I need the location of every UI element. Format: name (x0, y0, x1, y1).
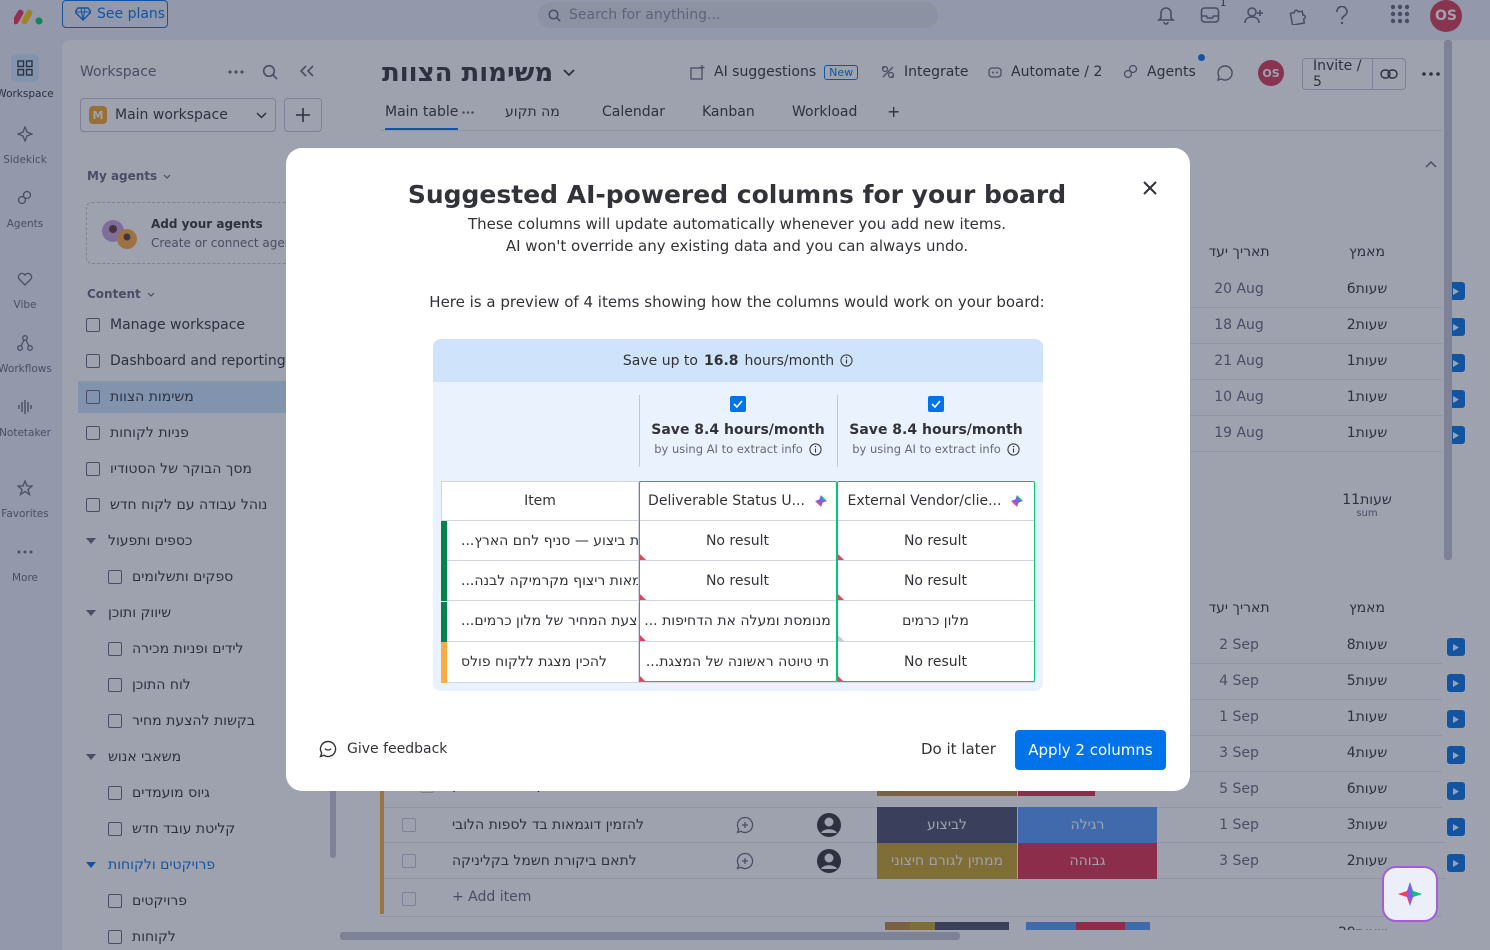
preview-intro: Here is a preview of 4 items showing how… (429, 293, 1045, 311)
preview-item-cell: להכין מצגת ללקוח פולס (447, 641, 639, 683)
column-2-savings: Save 8.4 hours/month (849, 422, 1023, 438)
column-2-checkbox[interactable] (928, 396, 944, 412)
modal-title: Suggested AI-powered columns for your bo… (407, 180, 1067, 209)
column-1-outline (639, 481, 837, 682)
preview-item-name: ...צעת המחיר של מלון כרמים (461, 613, 638, 630)
column-2-outline (837, 481, 1035, 682)
sparkle-icon (1398, 882, 1422, 906)
preview-item-cell: ...צעת המחיר של מלון כרמים (447, 601, 639, 642)
close-icon (1143, 181, 1157, 195)
modal-subtitle-1: These columns will update automatically … (467, 215, 1007, 233)
preview-item-name: ...ות ביצוע — סניף לחם הארץ (461, 532, 639, 549)
preview-item-name: להכין מצגת ללקוח פולס (461, 653, 607, 670)
info-icon[interactable] (1007, 442, 1020, 456)
savings-banner: Save up to 16.8 hours/month (433, 339, 1043, 382)
save-value: 16.8 (704, 352, 739, 369)
modal-subtitle-2: AI won't override any existing data and … (505, 237, 969, 255)
feedback-icon (319, 740, 337, 758)
column-1-method: by using AI to extract info (654, 442, 822, 456)
ai-columns-modal: Suggested AI-powered columns for your bo… (286, 148, 1190, 791)
sidekick-fab[interactable] (1382, 866, 1438, 922)
save-suffix: hours/month (744, 352, 835, 369)
column-2-method: by using AI to extract info (852, 442, 1020, 456)
check-icon (931, 400, 941, 408)
preview-item-name: ...גמאות ריצוף מקרמיקה לבנה (461, 572, 639, 589)
suggested-column-1: Save 8.4 hours/month by using AI to extr… (640, 396, 836, 456)
suggested-column-2: Save 8.4 hours/month by using AI to extr… (838, 396, 1034, 456)
apply-columns-button[interactable]: Apply 2 columns (1015, 730, 1166, 770)
preview-item-cell: ...ות ביצוע — סניף לחם הארץ (447, 521, 639, 561)
close-button[interactable] (1140, 178, 1160, 198)
preview-panel: Save up to 16.8 hours/month Save 8.4 hou… (433, 339, 1043, 691)
info-icon[interactable] (809, 442, 822, 456)
column-1-savings: Save 8.4 hours/month (651, 422, 825, 438)
give-feedback-button[interactable]: Give feedback (319, 740, 447, 758)
column-1-checkbox[interactable] (730, 396, 746, 412)
save-prefix: Save up to (622, 352, 698, 369)
check-icon (733, 400, 743, 408)
info-icon[interactable] (840, 354, 853, 367)
preview-item-cell: ...גמאות ריצוף מקרמיקה לבנה (447, 561, 639, 602)
item-header: Item (441, 481, 639, 521)
do-it-later-button[interactable]: Do it later (921, 740, 996, 758)
preview-table: Item Deliverable Status U... External Ve… (441, 481, 1035, 683)
give-feedback-label: Give feedback (347, 741, 448, 757)
